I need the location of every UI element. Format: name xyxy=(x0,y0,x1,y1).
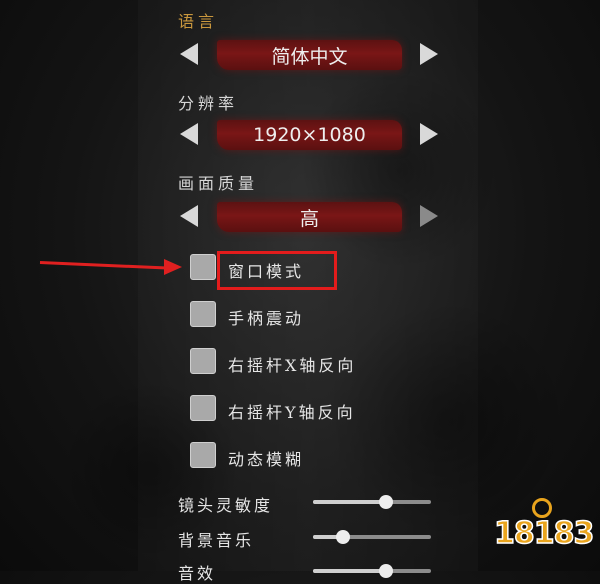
window-mode-checkbox[interactable] xyxy=(190,254,216,280)
language-next-arrow-icon[interactable] xyxy=(420,43,438,65)
sound-effects-label: 音效 xyxy=(178,564,217,583)
camera-sensitivity-slider[interactable] xyxy=(313,495,431,509)
sound-effects-slider[interactable] xyxy=(313,564,431,578)
background-music-label: 背景音乐 xyxy=(178,531,255,550)
invert-right-stick-x-label: 右摇杆X轴反向 xyxy=(228,356,357,375)
motion-blur-label: 动态模糊 xyxy=(228,450,305,469)
annotation-arrow-head-icon xyxy=(164,259,182,275)
quality-next-arrow-icon[interactable] xyxy=(420,205,438,227)
controller-vibration-label: 手柄震动 xyxy=(228,309,305,328)
quality-label: 画面质量 xyxy=(178,174,259,193)
slider-thumb[interactable] xyxy=(335,530,350,544)
quality-prev-arrow-icon[interactable] xyxy=(180,205,198,227)
slider-fill xyxy=(313,569,387,573)
resolution-prev-arrow-icon[interactable] xyxy=(180,123,198,145)
ink-decoration xyxy=(300,70,500,270)
quality-value: 高 xyxy=(217,202,402,232)
camera-sensitivity-label: 镜头灵敏度 xyxy=(178,496,274,515)
watermark-logo: 18183 xyxy=(493,498,595,560)
annotation-highlight-box xyxy=(217,251,337,290)
background-music-slider[interactable] xyxy=(313,530,431,544)
language-label: 语言 xyxy=(178,12,219,31)
slider-fill xyxy=(313,500,387,504)
resolution-next-arrow-icon[interactable] xyxy=(420,123,438,145)
invert-right-stick-y-label: 右摇杆Y轴反向 xyxy=(228,403,356,422)
invert-right-stick-y-checkbox[interactable] xyxy=(190,395,216,421)
resolution-value: 1920×1080 xyxy=(217,120,402,150)
resolution-label: 分辨率 xyxy=(178,94,239,113)
motion-blur-checkbox[interactable] xyxy=(190,442,216,468)
invert-right-stick-x-checkbox[interactable] xyxy=(190,348,216,374)
language-value: 简体中文 xyxy=(217,40,402,70)
watermark-text: 18183 xyxy=(493,515,595,552)
slider-thumb[interactable] xyxy=(379,564,394,578)
language-prev-arrow-icon[interactable] xyxy=(180,43,198,65)
sun-icon xyxy=(532,498,552,518)
controller-vibration-checkbox[interactable] xyxy=(190,301,216,327)
